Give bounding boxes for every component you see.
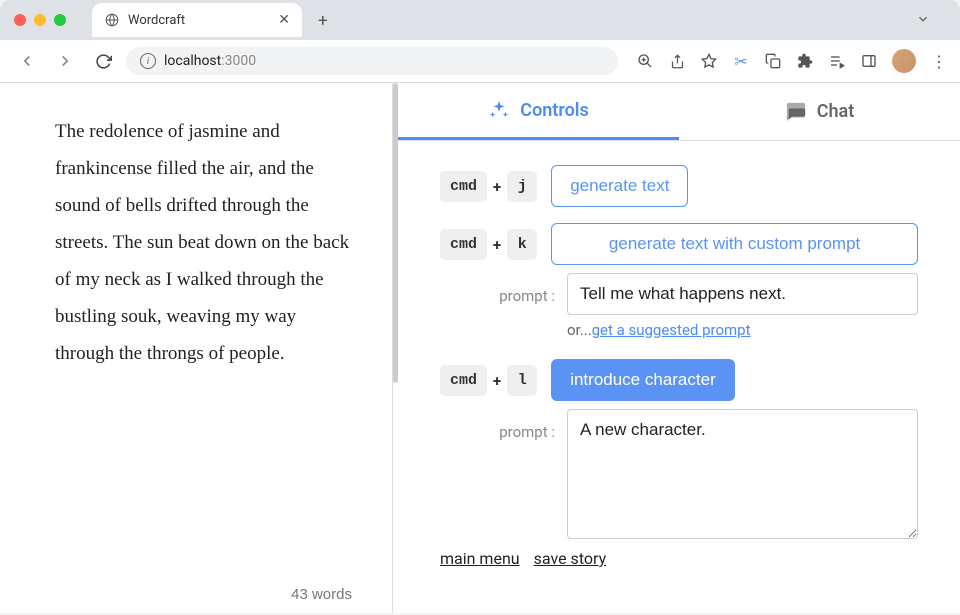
zoom-icon[interactable]: [636, 52, 654, 70]
menu-icon[interactable]: ⋮: [930, 52, 948, 70]
generate-text-button[interactable]: generate text: [551, 165, 688, 207]
tab-close-button[interactable]: ✕: [278, 12, 290, 28]
globe-icon: [104, 12, 120, 28]
word-count: 43 words: [291, 586, 352, 603]
main-menu-link[interactable]: main menu: [440, 549, 520, 568]
reload-button[interactable]: [88, 46, 118, 76]
controls-pane: Controls Chat cmd + j generate text: [398, 83, 960, 613]
prompt-label: prompt :: [499, 409, 555, 441]
profile-avatar[interactable]: [892, 49, 916, 73]
site-info-icon[interactable]: i: [140, 53, 156, 69]
forward-button[interactable]: [50, 46, 80, 76]
scrollbar-thumb[interactable]: [393, 83, 398, 383]
sparkle-icon: [488, 99, 510, 121]
browser-tab[interactable]: Wordcraft ✕: [92, 3, 302, 37]
star-icon[interactable]: [700, 52, 718, 70]
pane-divider[interactable]: [392, 83, 398, 613]
back-button[interactable]: [12, 46, 42, 76]
url-host: localhost:3000: [164, 53, 256, 69]
introduce-character-button[interactable]: introduce character: [551, 359, 735, 401]
window-minimize-button[interactable]: [34, 14, 46, 26]
tab-title: Wordcraft: [128, 13, 270, 28]
copy-icon[interactable]: [764, 52, 782, 70]
shortcut-custom-prompt: cmd + k: [440, 223, 537, 260]
key-k: k: [507, 229, 537, 260]
key-plus: +: [493, 372, 501, 390]
character-prompt-textarea[interactable]: [567, 409, 918, 539]
prompt-label: prompt :: [499, 273, 555, 305]
playlist-icon[interactable]: [828, 52, 846, 70]
shortcut-introduce-character: cmd + l: [440, 359, 537, 396]
sidepanel-icon[interactable]: [860, 52, 878, 70]
tab-dropdown-button[interactable]: [900, 3, 946, 38]
address-bar[interactable]: i localhost:3000: [126, 47, 618, 75]
tab-controls-label: Controls: [520, 100, 588, 121]
generate-custom-prompt-button[interactable]: generate text with custom prompt: [551, 223, 918, 265]
suggested-prompt-link[interactable]: get a suggested prompt: [592, 321, 751, 339]
scissors-icon[interactable]: ✂: [732, 52, 750, 70]
shortcut-generate-text: cmd + j: [440, 165, 537, 202]
hint-prefix: or...: [567, 321, 592, 339]
window-maximize-button[interactable]: [54, 14, 66, 26]
key-plus: +: [493, 236, 501, 254]
save-story-link[interactable]: save story: [534, 549, 607, 568]
tab-chat-label: Chat: [817, 101, 855, 122]
tab-controls[interactable]: Controls: [398, 83, 679, 140]
key-cmd: cmd: [440, 171, 487, 202]
browser-toolbar: i localhost:3000 ✂ ⋮: [0, 40, 960, 83]
chat-icon: [785, 101, 807, 123]
key-cmd: cmd: [440, 229, 487, 260]
editor-pane[interactable]: The redolence of jasmine and frankincens…: [0, 83, 392, 613]
new-tab-button[interactable]: +: [312, 5, 334, 37]
key-j: j: [507, 171, 537, 202]
extensions-icon[interactable]: [796, 52, 814, 70]
window-controls: Wordcraft ✕ +: [0, 0, 960, 40]
story-text[interactable]: The redolence of jasmine and frankincens…: [55, 113, 352, 372]
tab-chat[interactable]: Chat: [679, 83, 960, 140]
key-cmd: cmd: [440, 365, 487, 396]
key-plus: +: [493, 178, 501, 196]
custom-prompt-input[interactable]: [567, 273, 918, 315]
key-l: l: [507, 365, 537, 396]
window-close-button[interactable]: [14, 14, 26, 26]
share-icon[interactable]: [668, 52, 686, 70]
